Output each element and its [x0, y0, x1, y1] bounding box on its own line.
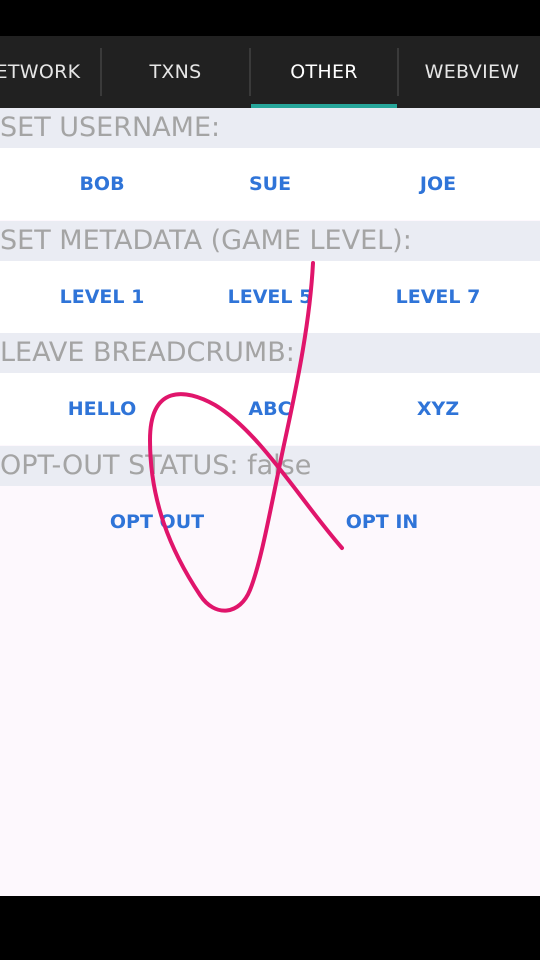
other-screen-content: SET USERNAME: BOB SUE JOE SET METADATA (…: [0, 108, 540, 896]
username-bob-button[interactable]: BOB: [18, 148, 186, 220]
breadcrumb-button-row: HELLO ABC XYZ: [0, 373, 540, 445]
status-bar: [0, 0, 540, 36]
tab-bar: ETWORK TXNS OTHER WEBVIEW: [0, 36, 540, 108]
username-sue-button[interactable]: SUE: [186, 148, 354, 220]
username-joe-button[interactable]: JOE: [354, 148, 522, 220]
metadata-button-row: LEVEL 1 LEVEL 5 LEVEL 7: [0, 261, 540, 333]
set-username-header: SET USERNAME:: [0, 108, 540, 148]
level-5-button[interactable]: LEVEL 5: [186, 261, 354, 333]
set-metadata-header: SET METADATA (GAME LEVEL):: [0, 221, 540, 261]
username-button-row: BOB SUE JOE: [0, 148, 540, 220]
breadcrumb-xyz-button[interactable]: XYZ: [354, 373, 522, 445]
tab-txns[interactable]: TXNS: [102, 36, 249, 108]
tab-other[interactable]: OTHER: [251, 36, 397, 108]
tab-webview[interactable]: WEBVIEW: [399, 36, 540, 108]
tab-network[interactable]: ETWORK: [0, 36, 100, 108]
leave-breadcrumb-header: LEAVE BREADCRUMB:: [0, 333, 540, 373]
opt-in-button[interactable]: OPT IN: [270, 486, 494, 558]
level-1-button[interactable]: LEVEL 1: [18, 261, 186, 333]
breadcrumb-hello-button[interactable]: HELLO: [18, 373, 186, 445]
opt-out-status-header: OPT-OUT STATUS: false: [0, 446, 540, 486]
level-7-button[interactable]: LEVEL 7: [354, 261, 522, 333]
breadcrumb-abc-button[interactable]: ABC: [186, 373, 354, 445]
opt-out-button-row: OPT OUT OPT IN: [0, 486, 540, 558]
navigation-bar: [0, 896, 540, 960]
opt-out-button[interactable]: OPT OUT: [45, 486, 269, 558]
